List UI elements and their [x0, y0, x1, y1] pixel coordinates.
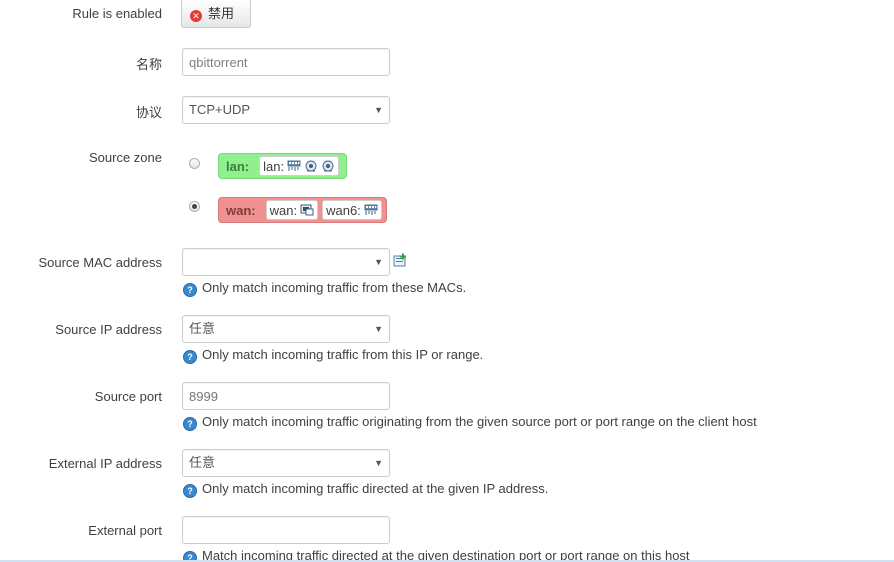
- protocol-label: 协议: [135, 105, 162, 120]
- source-ip-label: Source IP address: [55, 322, 162, 337]
- network-chip-lan-label: lan:: [263, 158, 285, 174]
- external-ip-select[interactable]: 任意 ▼: [182, 449, 390, 477]
- disable-button-label: 禁用: [208, 6, 235, 21]
- wifi-icon: [305, 160, 317, 172]
- help-icon: ?: [183, 417, 197, 431]
- chevron-down-icon: ▼: [374, 105, 383, 115]
- disable-rule-button[interactable]: ✕ 禁用: [181, 0, 251, 28]
- external-port-input[interactable]: [182, 516, 390, 544]
- network-port-icon: [300, 204, 314, 216]
- zone-wan-badge: wan: wan: wan6:: [218, 197, 387, 223]
- network-chip-lan: lan:: [259, 156, 340, 176]
- zone-lan-badge: lan: lan:: [218, 153, 347, 179]
- zone-wan-name: wan:: [226, 202, 256, 218]
- external-ip-help: ? Only match incoming traffic directed at…: [183, 481, 548, 498]
- source-ip-help: ? Only match incoming traffic from this I…: [183, 347, 483, 364]
- source-port-help: ? Only match incoming traffic originating…: [183, 414, 757, 431]
- wifi-icon: [322, 160, 334, 172]
- help-icon: ?: [183, 484, 197, 498]
- network-chip-wan-label: wan:: [269, 202, 298, 218]
- source-mac-label: Source MAC address: [38, 255, 162, 270]
- source-mac-select[interactable]: ▼: [182, 248, 390, 276]
- chevron-down-icon: ▼: [374, 257, 383, 267]
- add-mac-icon[interactable]: [393, 253, 407, 267]
- name-input[interactable]: [182, 48, 390, 76]
- network-port-icon: [364, 204, 378, 215]
- chevron-down-icon: ▼: [374, 458, 383, 468]
- name-label: 名称: [135, 57, 162, 72]
- zone-lan-name: lan:: [226, 158, 250, 174]
- protocol-select[interactable]: TCP+UDP ▼: [182, 96, 390, 124]
- source-mac-help-text: Only match incoming traffic from these M…: [202, 280, 467, 295]
- source-ip-select[interactable]: 任意 ▼: [182, 315, 390, 343]
- source-zone-label: Source zone: [89, 150, 162, 165]
- source-mac-help: ? Only match incoming traffic from these …: [183, 280, 466, 297]
- source-port-label: Source port: [94, 389, 162, 404]
- network-port-icon: [287, 160, 301, 171]
- external-ip-label: External IP address: [48, 456, 162, 471]
- close-circle-icon: ✕: [190, 10, 202, 22]
- rule-enabled-label: Rule is enabled: [72, 6, 162, 21]
- external-port-label: External port: [88, 523, 162, 538]
- zone-lan-radio[interactable]: [189, 158, 200, 169]
- zone-wan-radio[interactable]: [189, 201, 200, 212]
- help-icon: ?: [183, 283, 197, 297]
- firewall-rule-form: Rule is enabled ✕ 禁用 名称 协议 TCP+UDP ▼ Sour…: [0, 0, 894, 562]
- network-chip-wan: wan:: [265, 200, 319, 220]
- external-ip-selected: 任意: [189, 455, 216, 470]
- source-port-help-text: Only match incoming traffic originating …: [202, 414, 757, 429]
- network-chip-wan6: wan6:: [322, 200, 382, 220]
- external-ip-help-text: Only match incoming traffic directed at …: [202, 481, 549, 496]
- source-ip-selected: 任意: [189, 321, 216, 336]
- help-icon: ?: [183, 350, 197, 364]
- network-chip-wan6-label: wan6:: [326, 202, 361, 218]
- source-ip-help-text: Only match incoming traffic from this IP…: [202, 347, 484, 362]
- protocol-selected: TCP+UDP: [189, 102, 251, 117]
- chevron-down-icon: ▼: [374, 324, 383, 334]
- source-port-input[interactable]: [182, 382, 390, 410]
